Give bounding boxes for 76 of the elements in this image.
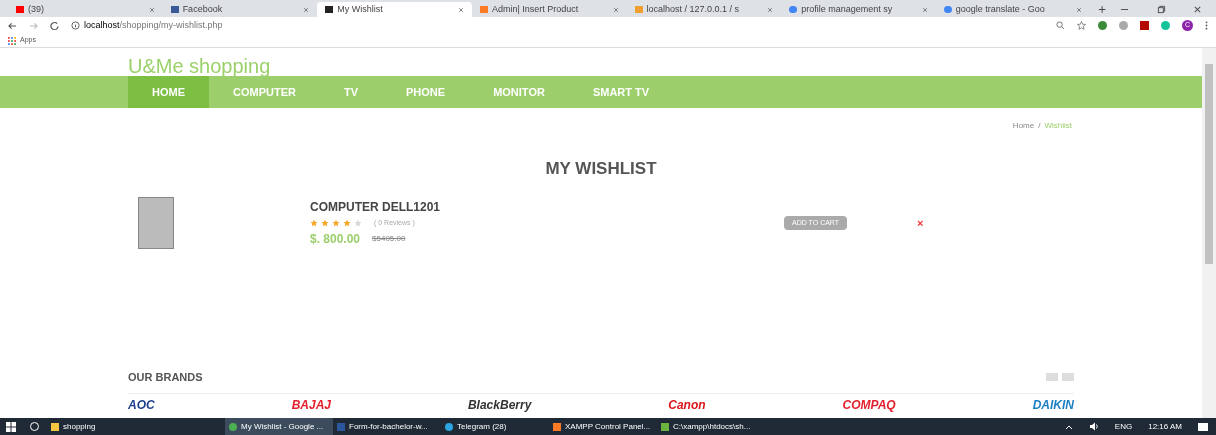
brand-logo: BlackBerry (467, 397, 532, 414)
star-icon (343, 219, 351, 227)
app-icon (661, 422, 669, 431)
brand-logo: DAIKIN (1032, 397, 1074, 414)
close-icon[interactable] (1193, 5, 1203, 14)
taskbar-item[interactable]: XAMPP Control Panel... (549, 418, 657, 435)
windows-start-icon[interactable] (6, 421, 16, 432)
reload-icon[interactable] (50, 21, 59, 30)
brand-logo: COMPAQ (842, 397, 896, 414)
section-heading: OUR BRANDS (128, 369, 203, 385)
taskbar-item[interactable]: Form-for-bachelor-w... (333, 418, 441, 435)
extension-icon[interactable] (1161, 21, 1170, 30)
browser-tab[interactable]: localhost / 127.0.0.1 / s (626, 2, 782, 17)
star-icon (332, 219, 340, 227)
app-icon (337, 422, 345, 431)
close-icon[interactable] (921, 6, 928, 13)
new-tab-icon[interactable] (1098, 5, 1107, 14)
tab-icon (16, 6, 24, 13)
product-name[interactable]: COMPUTER DELL1201 (310, 197, 640, 216)
app-icon (553, 422, 561, 431)
breadcrumb-link[interactable]: Home (1012, 120, 1035, 132)
old-price: $5405.00 (372, 233, 406, 246)
browser-tab[interactable]: profile management sy (781, 2, 936, 17)
taskbar-item[interactable]: shopping (47, 418, 155, 435)
brand-logo: Canon (668, 397, 706, 414)
star-icon (310, 219, 318, 227)
browser-tab[interactable]: Admin| Insert Product (471, 2, 627, 17)
taskbar-item[interactable]: C:\xampp\htdocs\sh... (657, 418, 765, 435)
restore-icon[interactable] (1156, 5, 1166, 14)
breadcrumb-current: Wishlist (1044, 120, 1072, 132)
forward-icon[interactable] (29, 21, 38, 30)
product-image-placeholder (138, 197, 174, 249)
close-icon[interactable] (303, 6, 310, 13)
browser-tab[interactable]: My Wishlist (317, 2, 472, 17)
close-icon[interactable] (148, 6, 155, 13)
taskbar-item[interactable]: Telegram (28) (441, 418, 549, 435)
info-icon (71, 21, 80, 30)
app-icon (229, 422, 237, 431)
notification-icon[interactable] (1198, 422, 1208, 431)
zoom-icon[interactable] (1056, 21, 1065, 30)
close-icon[interactable] (457, 6, 464, 13)
page-heading: MY WISHLIST (545, 158, 657, 181)
app-icon (51, 422, 59, 431)
scrollbar[interactable] (1202, 48, 1216, 418)
browser-tab[interactable]: Facebook (162, 2, 318, 17)
browser-tab[interactable]: google translate - Goo (935, 2, 1091, 17)
extension-icon[interactable] (1119, 21, 1128, 30)
taskbar-item[interactable]: My Wishlist - Google ... (225, 418, 333, 435)
product-price: $. 800.00 (310, 231, 361, 249)
close-icon[interactable] (1076, 6, 1083, 13)
app-icon (445, 422, 453, 431)
close-icon[interactable] (612, 6, 619, 13)
brand-logo: BAJAJ (291, 397, 331, 414)
star-icon (321, 219, 329, 227)
browser-tab[interactable]: (39) (8, 2, 163, 17)
remove-button[interactable]: × (917, 214, 924, 232)
star-icon[interactable] (1077, 21, 1086, 30)
chevron-up-icon[interactable] (1064, 423, 1073, 430)
address-bar[interactable]: localhost/shopping/my-wishlist.php (84, 18, 223, 33)
clock[interactable]: 12:16 AM (1148, 420, 1182, 433)
language-indicator[interactable]: ENG (1114, 420, 1133, 433)
tab-icon (634, 6, 643, 13)
star-icon (354, 219, 362, 227)
back-icon[interactable] (8, 21, 17, 30)
apps-grid-icon[interactable] (8, 36, 16, 45)
breadcrumb-separator: / (1038, 120, 1041, 132)
tab-icon (170, 6, 179, 13)
tab-icon (325, 6, 334, 13)
extension-icon[interactable] (1098, 21, 1107, 30)
tab-icon (943, 6, 952, 13)
menu-icon[interactable] (1205, 21, 1208, 30)
close-icon[interactable] (767, 6, 774, 13)
brand-logo: AOC (128, 397, 155, 414)
tab-icon (789, 6, 798, 13)
tab-icon (479, 6, 488, 13)
speaker-icon[interactable] (1088, 422, 1099, 431)
